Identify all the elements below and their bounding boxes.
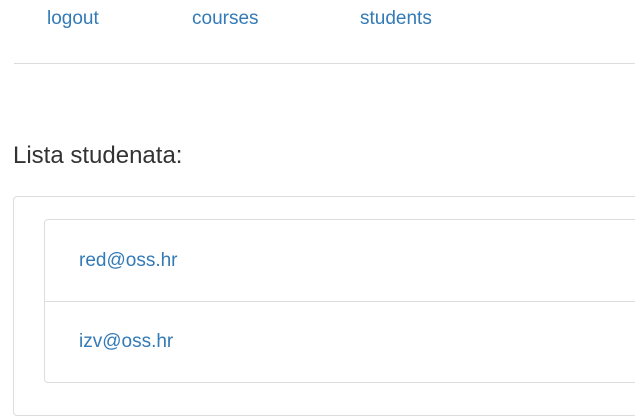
student-list: red@oss.hr izv@oss.hr <box>44 219 635 383</box>
nav-courses-link[interactable]: courses <box>192 8 259 30</box>
student-list-item[interactable]: red@oss.hr <box>45 220 635 301</box>
student-list-item[interactable]: izv@oss.hr <box>45 301 635 382</box>
nav-logout-link[interactable]: logout <box>47 8 99 30</box>
nav-divider <box>14 63 635 64</box>
page-title: Lista studenata: <box>13 142 183 169</box>
top-navigation: logout courses students <box>0 0 635 44</box>
nav-students-link[interactable]: students <box>360 8 432 30</box>
